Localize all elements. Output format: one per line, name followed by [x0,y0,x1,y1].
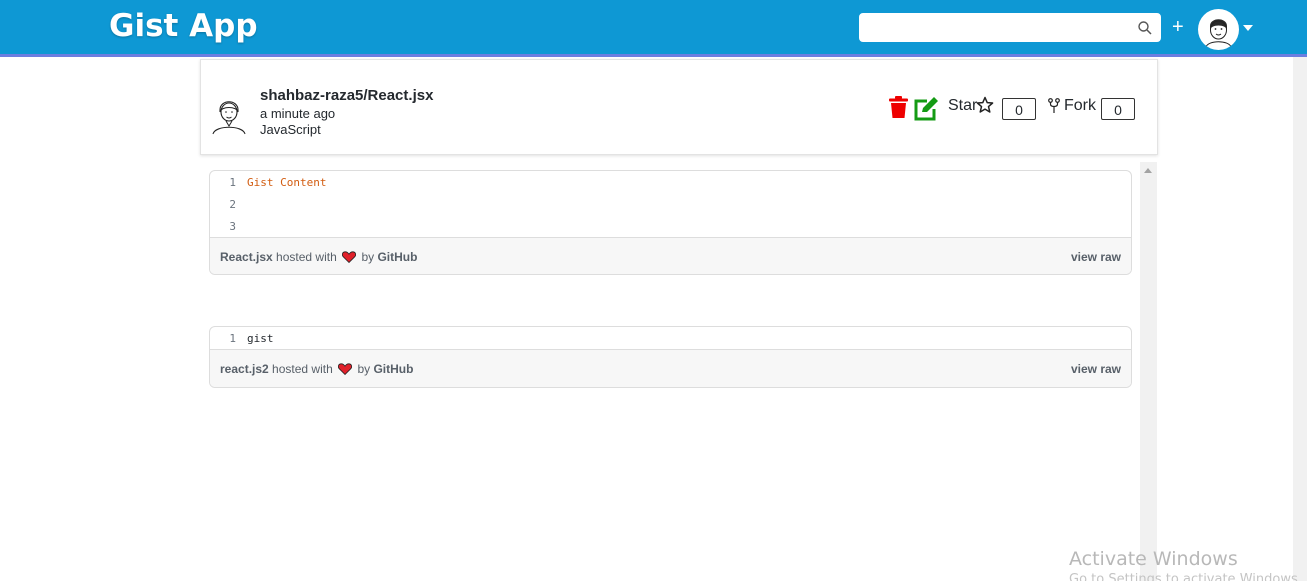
embed-footer: React.jsx hosted with by GitHub view raw [210,237,1131,274]
embed-filename-link[interactable]: React.jsx [220,250,273,264]
embed-credit: React.jsx hosted with by GitHub [220,250,417,264]
activate-windows-subtitle: Go to Settings to activate Windows. [1069,572,1302,581]
gist-language: JavaScript [260,122,321,137]
line-number: 1 [229,176,236,189]
plus-icon[interactable]: + [1172,17,1184,37]
code-text: Gist Content [247,176,327,189]
gist-time: a minute ago [260,106,336,121]
line-number: 1 [229,332,236,345]
search-box[interactable] [859,13,1161,42]
navbar: Gist App + [0,0,1307,57]
gist-header-card: shahbaz-raza5/React.jsx a minute ago Jav… [200,59,1158,155]
gist-embed: 1 gist react.js2 hosted with by GitHub v… [209,326,1132,388]
code-text: gist [247,332,274,345]
search-input[interactable] [860,14,1130,41]
github-link[interactable]: GitHub [373,362,413,376]
fork-count: 0 [1101,98,1135,120]
hosted-with-text: hosted with [272,362,333,376]
view-raw-link[interactable]: view raw [1071,362,1121,376]
fork-icon[interactable] [1048,98,1060,114]
line-number: 3 [229,220,236,233]
star-icon[interactable] [976,96,994,114]
user-avatar-icon[interactable] [1198,9,1239,50]
author-avatar-icon[interactable] [210,95,248,135]
code-block: 1 gist [210,327,1131,349]
star-label[interactable]: Star [948,97,977,115]
content-scrollbar[interactable] [1140,162,1157,581]
fork-label[interactable]: Fork [1064,97,1096,115]
edit-icon[interactable] [913,96,939,121]
heart-icon [342,251,357,263]
view-raw-link[interactable]: view raw [1071,250,1121,264]
heart-icon [338,363,353,375]
trash-icon[interactable] [889,96,908,118]
code-line: 1 Gist Content [210,171,1131,193]
embed-credit: react.js2 hosted with by GitHub [220,362,413,376]
page-scrollbar[interactable] [1293,57,1307,581]
star-count: 0 [1002,98,1036,120]
by-text: by [361,250,375,264]
search-icon[interactable] [1137,20,1153,36]
code-line: 3 [210,215,1131,237]
caret-down-icon[interactable] [1243,25,1253,31]
code-line: 1 gist [210,327,1131,349]
line-number: 2 [229,198,236,211]
activate-windows-title: Activate Windows [1069,548,1238,570]
gist-embed: 1 Gist Content 2 3 React.jsx hosted with… [209,170,1132,275]
code-block: 1 Gist Content 2 3 [210,171,1131,237]
gist-title[interactable]: shahbaz-raza5/React.jsx [260,87,433,104]
embed-footer: react.js2 hosted with by GitHub view raw [210,349,1131,387]
github-link[interactable]: GitHub [377,250,417,264]
app-brand[interactable]: Gist App [109,8,258,44]
by-text: by [357,362,371,376]
hosted-with-text: hosted with [276,250,337,264]
scroll-up-arrow-icon[interactable] [1144,168,1152,173]
embed-filename-link[interactable]: react.js2 [220,362,269,376]
code-line: 2 [210,193,1131,215]
